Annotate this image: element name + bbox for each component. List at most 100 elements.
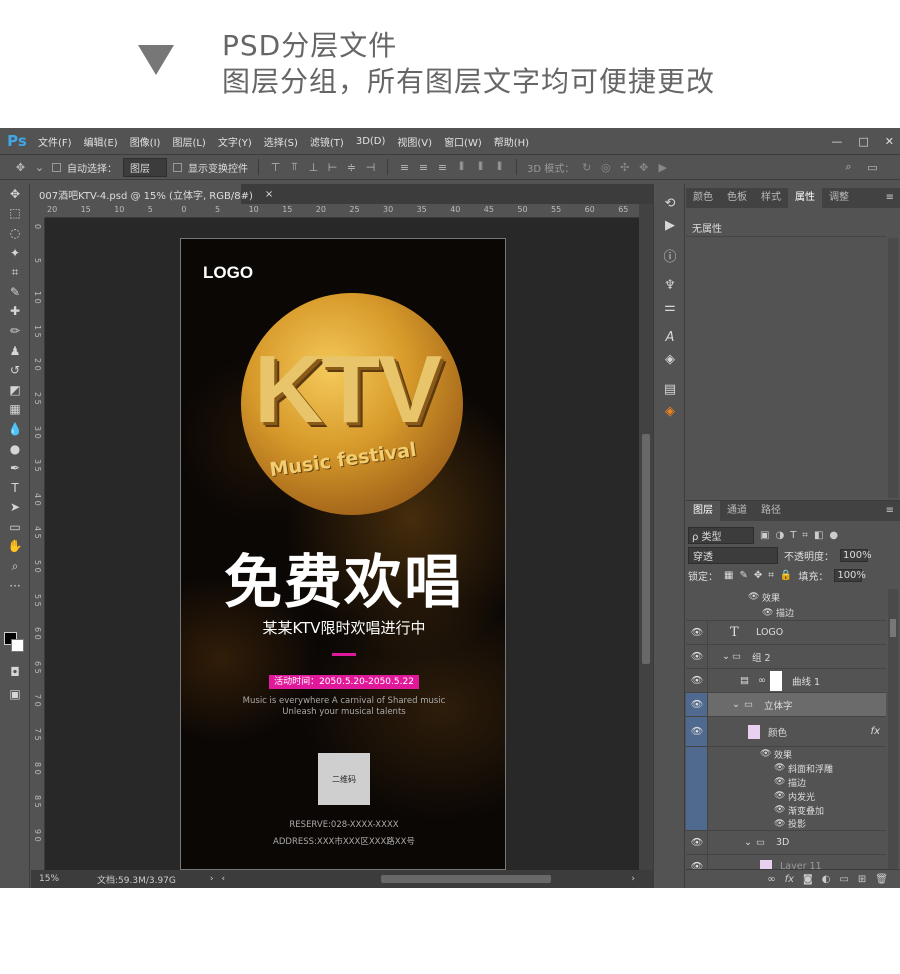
document-tab[interactable]: 007酒吧KTV-4.psd @ 15% (立体字, RGB/8#) ×: [31, 184, 273, 204]
menu-view[interactable]: 视图(V): [391, 134, 438, 149]
distribute-bottom-icon[interactable]: ≡: [436, 161, 449, 174]
fill-input[interactable]: 100%: [834, 568, 866, 582]
tab-layers[interactable]: 图层: [686, 501, 720, 521]
scroll-right-icon[interactable]: ›: [631, 874, 635, 884]
filter-shape-icon[interactable]: ⌗: [802, 530, 808, 541]
lock-all-icon[interactable]: 🔒: [780, 570, 792, 581]
move-tool-icon[interactable]: ✥: [14, 161, 27, 174]
lock-transparent-icon[interactable]: ▦: [724, 570, 733, 581]
table-row[interactable]: 👁 ⌄ ▭ 3D: [686, 831, 886, 855]
eraser-tool-icon[interactable]: ◩: [0, 380, 30, 400]
adjust-icon[interactable]: ⚌: [654, 296, 686, 318]
hand-tool-icon[interactable]: ✋: [0, 537, 30, 557]
scroll-thumb[interactable]: [642, 434, 650, 664]
pen-tool-icon[interactable]: ✒: [0, 458, 30, 478]
menu-type[interactable]: 文字(Y): [212, 134, 258, 149]
fx-icon[interactable]: fx: [785, 874, 794, 885]
close-tab-icon[interactable]: ×: [265, 189, 273, 200]
properties-scrollbar[interactable]: [888, 238, 898, 498]
zoom-level[interactable]: 15%: [31, 874, 67, 884]
healing-brush-icon[interactable]: ✚: [0, 302, 30, 322]
vertical-scrollbar[interactable]: [639, 204, 653, 870]
list-item[interactable]: 👁 渐变叠加: [686, 803, 886, 817]
eye-icon[interactable]: 👁: [690, 651, 704, 662]
align-right-icon[interactable]: ⊣: [364, 161, 377, 174]
table-row[interactable]: 👁 颜色 fx: [686, 717, 886, 747]
list-item[interactable]: 👁 描边: [686, 605, 886, 621]
panel-menu-icon[interactable]: ≡: [886, 188, 900, 208]
menu-help[interactable]: 帮助(H): [488, 134, 535, 149]
history-brush-icon[interactable]: ↺: [0, 360, 30, 380]
chevron-down-icon[interactable]: ⌄: [744, 837, 752, 848]
tab-properties[interactable]: 属性: [788, 188, 822, 208]
list-item[interactable]: 👁 描边: [686, 775, 886, 789]
eye-icon[interactable]: 👁: [774, 805, 785, 815]
distribute-left-icon[interactable]: ⦀: [455, 160, 468, 174]
blend-mode-dropdown[interactable]: 穿透: [688, 546, 778, 564]
cube-icon[interactable]: ◈: [654, 400, 686, 422]
lock-artboard-icon[interactable]: ⌗: [768, 570, 774, 581]
screen-mode-icon[interactable]: ▣: [0, 684, 30, 704]
list-item[interactable]: 👁 斜面和浮雕: [686, 761, 886, 775]
align-left-icon[interactable]: ⊢: [326, 161, 339, 174]
eye-icon[interactable]: 👁: [774, 819, 785, 829]
scroll-thumb[interactable]: [890, 619, 896, 637]
align-bottom-icon[interactable]: ⊥: [307, 161, 320, 174]
menu-3d[interactable]: 3D(D): [350, 136, 392, 147]
history-icon[interactable]: ⟲: [654, 192, 686, 214]
table-row[interactable]: 👁 ⌄ ▭ 立体字: [686, 693, 886, 717]
background-color-swatch[interactable]: [11, 639, 24, 652]
eye-icon[interactable]: 👁: [690, 675, 704, 686]
drag-3d-icon[interactable]: ✣: [618, 161, 631, 174]
tab-swatches[interactable]: 色板: [720, 188, 754, 208]
chevron-right-icon[interactable]: ›: [210, 874, 214, 884]
rotate-3d-icon[interactable]: ↻: [580, 161, 593, 174]
eye-icon[interactable]: 👁: [774, 777, 785, 787]
list-item[interactable]: 👁 效果: [686, 747, 886, 761]
filter-toggle-icon[interactable]: ●: [829, 530, 838, 541]
adjustment-layer-icon[interactable]: ◐: [822, 874, 831, 885]
tab-color[interactable]: 颜色: [686, 188, 720, 208]
character-icon[interactable]: A: [654, 326, 686, 348]
brush-tool-icon[interactable]: ✏: [0, 321, 30, 341]
filter-pixel-icon[interactable]: ▣: [760, 530, 769, 541]
table-row[interactable]: 👁 ▤ ∞ 曲线 1: [686, 669, 886, 693]
maximize-button[interactable]: □: [858, 135, 868, 148]
tab-styles[interactable]: 样式: [754, 188, 788, 208]
play-action-icon[interactable]: ▶: [654, 214, 686, 236]
show-transform-checkbox[interactable]: [173, 162, 182, 172]
menu-window[interactable]: 窗口(W): [438, 134, 488, 149]
table-row[interactable]: 👁 ⌄ ▭ 组 2: [686, 645, 886, 669]
auto-select-dropdown[interactable]: 图层: [123, 157, 167, 177]
filter-adjust-icon[interactable]: ◑: [775, 530, 784, 541]
filter-smart-icon[interactable]: ◧: [814, 530, 823, 541]
magic-wand-icon[interactable]: ✦: [0, 243, 30, 263]
table-row[interactable]: 👁 T LOGO: [686, 621, 886, 645]
menu-image[interactable]: 图像(I): [124, 134, 167, 149]
menu-filter[interactable]: 滤镜(T): [304, 134, 350, 149]
distribute-right-icon[interactable]: ⦀: [493, 160, 506, 174]
menu-edit[interactable]: 编辑(E): [78, 134, 124, 149]
dodge-tool-icon[interactable]: ●: [0, 439, 30, 459]
info-icon[interactable]: ⓘ: [654, 244, 686, 266]
paragraph-icon[interactable]: ◈: [654, 348, 686, 370]
trash-icon[interactable]: 🗑: [875, 874, 888, 885]
workspace-icon[interactable]: ▭: [866, 161, 879, 174]
lock-move-icon[interactable]: ✥: [754, 570, 762, 581]
move-tool-icon[interactable]: ✥: [0, 184, 30, 204]
eyedropper-icon[interactable]: ✎: [0, 282, 30, 302]
align-top-icon[interactable]: ⊤: [269, 161, 282, 174]
slide-3d-icon[interactable]: ✥: [637, 161, 650, 174]
fx-icon[interactable]: fx: [871, 726, 880, 737]
eye-icon[interactable]: 👁: [774, 763, 785, 773]
panel-menu-icon[interactable]: ≡: [886, 501, 900, 521]
stamp-tool-icon[interactable]: ♟: [0, 341, 30, 361]
scroll-left-icon[interactable]: ‹: [222, 874, 226, 884]
distribute-top-icon[interactable]: ≡: [398, 161, 411, 174]
search-icon[interactable]: ⌕: [842, 160, 855, 174]
menu-layer[interactable]: 图层(L): [166, 134, 211, 149]
zoom-tool-icon[interactable]: ⌕: [0, 556, 30, 576]
tab-channels[interactable]: 通道: [720, 501, 754, 521]
close-button[interactable]: ✕: [885, 135, 894, 148]
list-item[interactable]: 👁 效果: [686, 589, 886, 605]
